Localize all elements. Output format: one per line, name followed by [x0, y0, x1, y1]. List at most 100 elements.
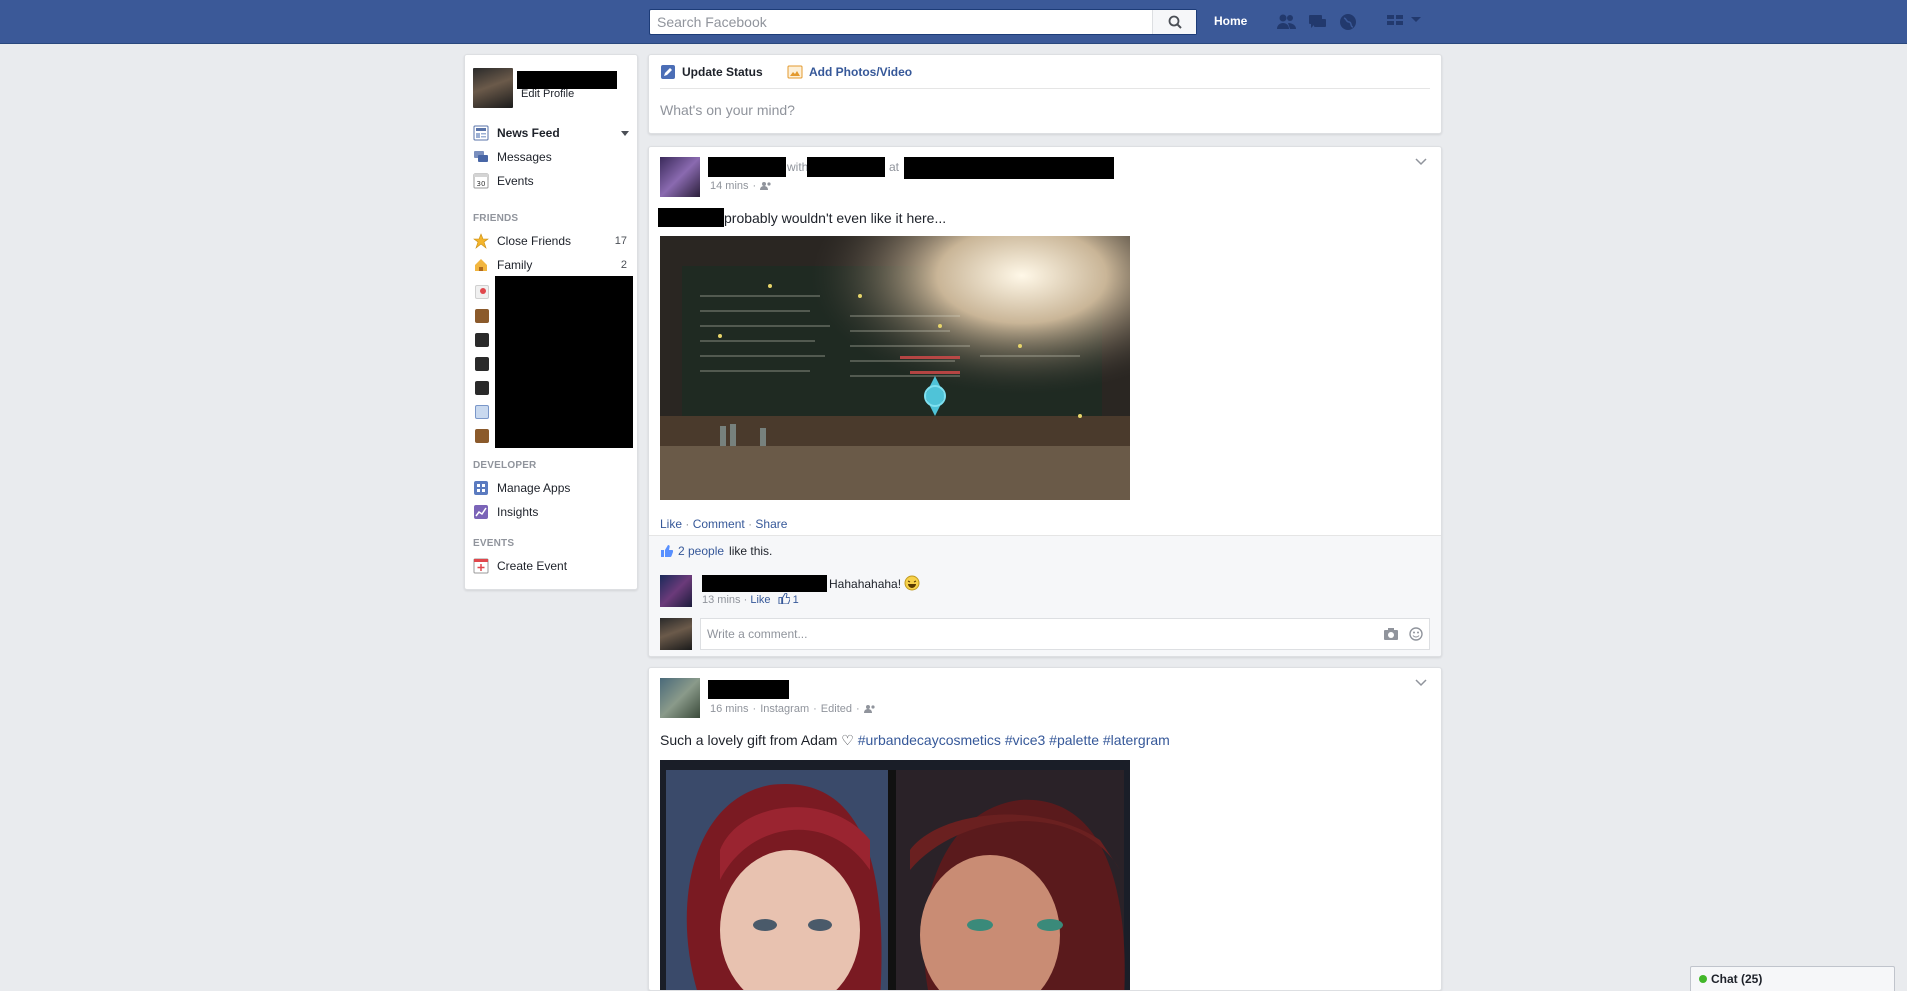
work-list-icon: [475, 429, 489, 443]
post-photo-bar-chalkboard[interactable]: [660, 236, 1130, 500]
write-comment-input[interactable]: [701, 619, 1341, 649]
post-photo-selfies[interactable]: [660, 760, 1130, 990]
my-avatar: [660, 618, 692, 650]
post-actions: Like · Comment · Share: [660, 517, 788, 531]
search-icon: [1168, 15, 1182, 29]
sidebar-item-news-feed[interactable]: News Feed: [473, 123, 633, 143]
post-timestamp[interactable]: 16 mins: [710, 703, 749, 715]
write-comment-row: [660, 618, 1430, 650]
page-list-icon: [475, 405, 489, 419]
post-text-plain: Such a lovely gift from Adam ♡: [660, 732, 854, 748]
sidebar-item-label: Insights: [497, 505, 539, 519]
comment-link[interactable]: Comment: [693, 517, 745, 531]
feed-post: 16 mins · Instagram · Edited · Such a lo…: [648, 667, 1442, 991]
post-source[interactable]: Instagram: [760, 703, 809, 715]
comment-like-count[interactable]: 1: [793, 594, 799, 606]
commenter-avatar[interactable]: [660, 575, 692, 607]
divider: [660, 88, 1430, 89]
home-link[interactable]: Home: [1214, 14, 1247, 28]
house-icon: [473, 257, 489, 273]
redacted-profile-name: [517, 71, 617, 89]
search-box[interactable]: [649, 9, 1197, 35]
sidebar-item-label: News Feed: [497, 126, 560, 140]
thumbs-up-icon: [778, 592, 791, 605]
calendar-plus-icon: [473, 558, 489, 574]
redacted-location: [904, 157, 1114, 179]
sidebar-item-create-event[interactable]: Create Event: [473, 556, 633, 576]
feedback-section: 2 people like this. Hahahahaha! 13 mins …: [649, 535, 1441, 656]
news-feed-options-icon[interactable]: [621, 126, 629, 140]
comment: Hahahahaha! 13 mins · Like 1: [660, 575, 920, 607]
count-badge: 2: [620, 259, 627, 271]
like-link[interactable]: Like: [660, 517, 682, 531]
comment-timestamp[interactable]: 13 mins: [702, 594, 741, 606]
school-list-icon: [475, 333, 489, 347]
insights-icon: [473, 504, 489, 520]
camera-icon[interactable]: [1383, 627, 1399, 641]
chat-sidebar-tab[interactable]: Chat (25): [1690, 966, 1895, 991]
post-author-avatar[interactable]: [660, 678, 700, 718]
separator: ·: [856, 703, 860, 715]
school-list-icon: [475, 381, 489, 395]
sidebar-item-insights[interactable]: Insights: [473, 502, 633, 522]
search-button[interactable]: [1152, 10, 1196, 34]
at-text: at: [889, 160, 900, 174]
status-composer: Update Status Add Photos/Video What's on…: [648, 54, 1442, 134]
post-author-avatar[interactable]: [660, 157, 700, 197]
friend-requests-icon[interactable]: [1276, 12, 1297, 32]
separator: ·: [813, 703, 817, 715]
privacy-shortcuts-icon[interactable]: [1386, 13, 1404, 27]
messages-top-icon[interactable]: [1307, 12, 1328, 32]
post-hashtags[interactable]: #urbandecaycosmetics #vice3 #palette #la…: [858, 732, 1170, 748]
post-text: Such a lovely gift from Adam ♡ #urbandec…: [660, 732, 1170, 749]
post-options-chevron-icon[interactable]: [1415, 155, 1427, 169]
post-text: probably wouldn't even like it here...: [724, 210, 947, 226]
star-icon: [473, 233, 489, 249]
separator: ·: [752, 180, 757, 192]
sidebar-item-label: Messages: [497, 150, 552, 164]
friends-audience-icon[interactable]: [760, 181, 772, 191]
work-list-icon: [475, 309, 489, 323]
edit-profile-link[interactable]: Edit Profile: [521, 88, 574, 100]
school-list-icon: [475, 357, 489, 371]
friends-audience-icon[interactable]: [863, 704, 876, 714]
redacted-author-name: [708, 157, 786, 177]
location-list-icon: [475, 285, 489, 299]
likes-summary: 2 people like this.: [660, 544, 772, 558]
chevron-down-icon[interactable]: [1410, 16, 1422, 24]
redacted-friend-lists: [495, 276, 633, 448]
post-options-chevron-icon[interactable]: [1415, 676, 1427, 690]
share-link[interactable]: Share: [755, 517, 787, 531]
feed-post: with at 14 mins · probably wouldn't even…: [648, 146, 1442, 657]
search-input[interactable]: [650, 10, 1150, 34]
svg-text:30: 30: [477, 180, 486, 188]
emoji-icon[interactable]: [1409, 627, 1423, 641]
comment-meta: 13 mins · Like 1: [702, 592, 799, 606]
notifications-globe-icon[interactable]: [1338, 12, 1359, 32]
profile-avatar[interactable]: [473, 68, 513, 108]
sidebar-item-label: Close Friends: [497, 234, 572, 248]
sidebar-item-manage-apps[interactable]: Manage Apps: [473, 478, 633, 498]
status-input[interactable]: What's on your mind?: [660, 102, 1420, 118]
update-status-tab[interactable]: Update Status: [660, 64, 763, 80]
add-photos-tab[interactable]: Add Photos/Video: [787, 64, 912, 80]
account-menu[interactable]: [1386, 13, 1422, 27]
sidebar-item-close-friends[interactable]: Close Friends 17: [473, 231, 633, 251]
news-feed-icon: [473, 125, 489, 141]
comment-input-box[interactable]: [700, 618, 1430, 650]
friends-section-header: FRIENDS: [473, 213, 519, 224]
sidebar-item-label: Manage Apps: [497, 481, 571, 495]
sidebar-item-messages[interactable]: Messages: [473, 147, 633, 167]
chat-label: Chat (25): [1711, 972, 1763, 986]
sidebar-item-family[interactable]: Family 2: [473, 255, 633, 275]
likes-count-link[interactable]: 2 people: [678, 544, 724, 558]
sidebar-item-events[interactable]: 30 Events: [473, 171, 633, 191]
online-indicator-icon: [1699, 975, 1707, 983]
comment-like-link[interactable]: Like: [750, 594, 770, 606]
photo-icon: [787, 65, 803, 79]
post-meta: 16 mins · Instagram · Edited ·: [710, 703, 876, 715]
post-timestamp[interactable]: 14 mins: [710, 180, 749, 192]
edited-label[interactable]: Edited: [821, 703, 852, 715]
comment-text: Hahahahaha!: [829, 577, 902, 591]
with-text: with: [787, 160, 809, 174]
